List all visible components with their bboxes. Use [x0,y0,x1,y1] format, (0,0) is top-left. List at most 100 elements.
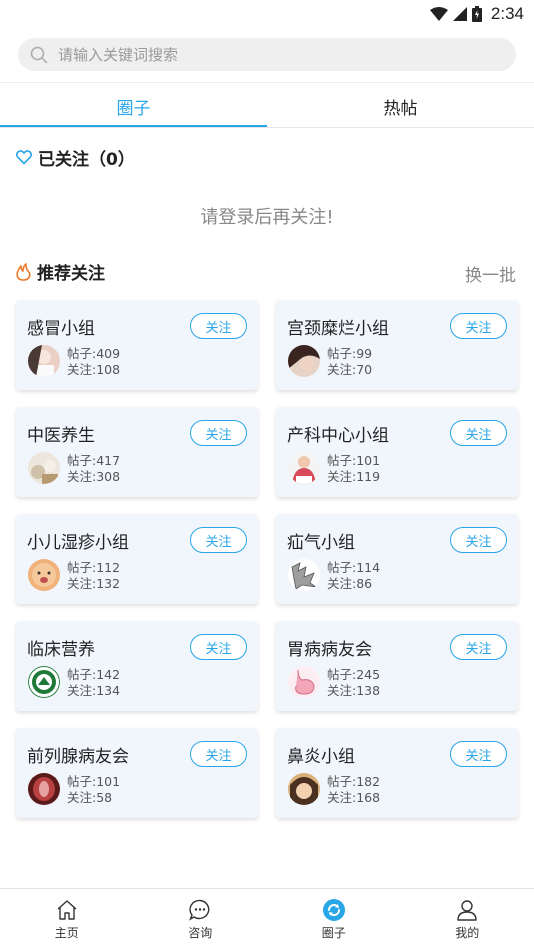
group-card[interactable]: 胃病病友会 关注 帖子:245 关注:138 [276,621,518,711]
post-count: 帖子:101 [67,774,121,789]
post-count: 帖子:99 [327,346,373,361]
follow-button[interactable]: 关注 [450,313,507,339]
nav-circles[interactable]: 圈子 [267,889,401,950]
tab-divider [0,127,534,128]
group-avatar [288,452,320,484]
status-bar: 2:34 [0,0,534,28]
group-name: 疝气小组 [287,533,355,553]
search-input[interactable]: 请输入关键词搜索 [18,38,516,71]
battery-icon [471,6,482,22]
search-icon [30,46,48,63]
signal-icon [452,7,467,21]
bottom-nav: 主页 咨询 圈子 我的 [0,888,534,950]
nav-consult-label: 咨询 [188,926,213,940]
group-stats: 帖子:112 关注:132 [67,560,120,592]
follow-button[interactable]: 关注 [450,527,507,553]
follower-count: 关注:308 [67,469,121,484]
nav-mine-label: 我的 [455,926,480,940]
group-name: 前列腺病友会 [27,747,129,767]
group-card[interactable]: 感冒小组 关注 帖子:409 关注:108 [16,300,258,390]
user-icon [457,900,477,921]
follow-button[interactable]: 关注 [190,741,247,767]
group-name: 胃病病友会 [287,640,372,660]
group-stats: 帖子:245 关注:138 [327,667,380,699]
post-count: 帖子:417 [67,453,121,468]
group-avatar [288,345,320,377]
post-count: 帖子:142 [67,667,121,682]
follower-count: 关注:132 [67,576,121,591]
nav-home[interactable]: 主页 [0,889,134,950]
group-avatar [28,559,60,591]
followed-title-text: 已关注（0） [38,150,135,170]
group-stats: 帖子:114 关注:86 [327,560,380,592]
nav-circles-label: 圈子 [321,926,346,940]
nav-consult[interactable]: 咨询 [134,889,268,950]
group-stats: 帖子:409 关注:108 [67,346,120,378]
follower-count: 关注:108 [67,362,121,377]
group-stats: 帖子:182 关注:168 [327,774,380,806]
post-count: 帖子:409 [67,346,121,361]
follower-count: 关注:138 [327,683,381,698]
follow-button[interactable]: 关注 [190,634,247,660]
follower-count: 关注:134 [67,683,121,698]
follow-button[interactable]: 关注 [450,420,507,446]
group-avatar [288,773,320,805]
group-card[interactable]: 疝气小组 关注 帖子:114 关注:86 [276,514,518,604]
wifi-icon [429,7,448,21]
follow-button[interactable]: 关注 [190,420,247,446]
group-avatar [28,345,60,377]
group-card[interactable]: 宫颈糜烂小组 关注 帖子:99 关注:70 [276,300,518,390]
tab-circles[interactable]: 圈子 [0,84,267,128]
follower-count: 关注:70 [327,362,373,377]
group-card[interactable]: 鼻炎小组 关注 帖子:182 关注:168 [276,728,518,818]
group-card-grid: 感冒小组 关注 帖子:409 关注:108 宫颈糜烂小组 关注 帖子:99 关注… [16,300,518,818]
follow-button[interactable]: 关注 [450,634,507,660]
refresh-button[interactable]: 换一批 [465,261,516,286]
tab-hot-posts[interactable]: 热帖 [267,84,534,128]
group-avatar [28,773,60,805]
group-stats: 帖子:101 关注:58 [67,774,120,806]
home-icon [57,900,77,920]
follower-count: 关注:86 [327,576,373,591]
followed-section-title: 已关注（0） [16,145,135,170]
group-name: 感冒小组 [27,319,95,339]
recommended-title-text: 推荐关注 [37,264,105,284]
group-avatar [28,666,60,698]
group-stats: 帖子:99 关注:70 [327,346,372,378]
post-count: 帖子:245 [327,667,381,682]
group-card[interactable]: 前列腺病友会 关注 帖子:101 关注:58 [16,728,258,818]
nav-home-label: 主页 [54,926,79,940]
search-placeholder: 请输入关键词搜索 [58,46,179,64]
group-stats: 帖子:417 关注:308 [67,453,120,485]
follow-button[interactable]: 关注 [450,741,507,767]
flame-icon [16,262,31,281]
follow-button[interactable]: 关注 [190,527,247,553]
group-card[interactable]: 产科中心小组 关注 帖子:101 关注:119 [276,407,518,497]
post-count: 帖子:101 [327,453,381,468]
group-card[interactable]: 临床营养 关注 帖子:142 关注:134 [16,621,258,711]
follow-button[interactable]: 关注 [190,313,247,339]
group-name: 鼻炎小组 [287,747,355,767]
circle-icon [322,899,345,921]
post-count: 帖子:182 [327,774,381,789]
follower-count: 关注:168 [327,790,381,805]
group-card[interactable]: 中医养生 关注 帖子:417 关注:308 [16,407,258,497]
post-count: 帖子:112 [67,560,121,575]
status-time: 2:34 [490,4,524,23]
group-card[interactable]: 小儿湿疹小组 关注 帖子:112 关注:132 [16,514,258,604]
group-avatar [288,559,320,591]
recommended-section-title: 推荐关注 [16,259,105,284]
group-name: 中医养生 [27,426,95,446]
status-icons: 2:34 [429,4,524,24]
chat-icon [189,899,210,921]
group-name: 产科中心小组 [287,426,389,446]
post-count: 帖子:114 [327,560,381,575]
follower-count: 关注:119 [327,469,381,484]
divider [0,82,534,83]
nav-mine[interactable]: 我的 [401,889,534,950]
login-hint: 请登录后再关注! [200,207,334,228]
heart-icon [16,150,32,165]
group-stats: 帖子:142 关注:134 [67,667,120,699]
group-name: 宫颈糜烂小组 [287,319,389,339]
group-stats: 帖子:101 关注:119 [327,453,380,485]
